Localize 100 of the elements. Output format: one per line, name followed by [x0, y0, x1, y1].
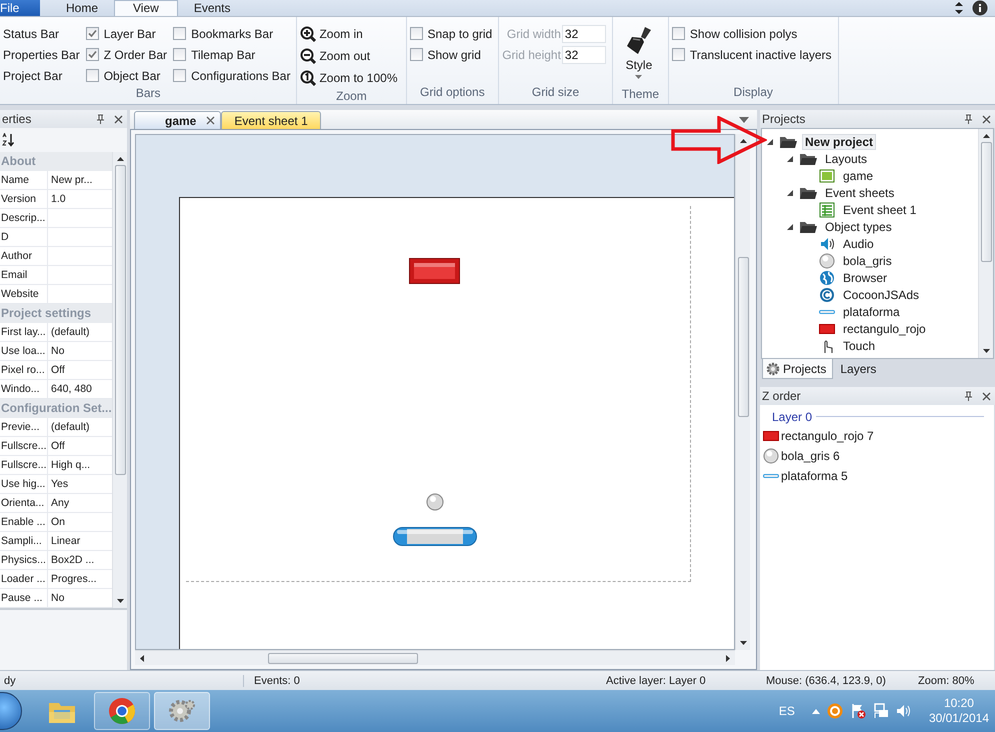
- panel-tab[interactable]: Layers: [837, 359, 882, 378]
- property-name: Pixel ro...: [0, 361, 48, 379]
- checkbox-label[interactable]: Translucent inactive layers: [690, 48, 832, 62]
- tray-expand-icon[interactable]: [812, 708, 820, 714]
- document-tab[interactable]: game: [134, 111, 222, 129]
- tree-item[interactable]: bola_gris: [840, 252, 895, 268]
- expand-arrow-icon[interactable]: [786, 188, 794, 196]
- tree-item[interactable]: Audio: [840, 236, 877, 252]
- checkbox[interactable]: [672, 48, 685, 61]
- property-value[interactable]: On: [48, 513, 112, 531]
- speaker-icon[interactable]: [896, 703, 912, 719]
- property-value[interactable]: New pr...: [48, 171, 112, 189]
- checkbox[interactable]: [86, 27, 99, 40]
- close-icon[interactable]: [982, 114, 991, 124]
- close-icon[interactable]: [114, 114, 123, 124]
- property-value[interactable]: No: [48, 342, 112, 360]
- checkbox-label[interactable]: Show grid: [428, 48, 481, 62]
- checkbox-label[interactable]: Layer Bar: [104, 26, 156, 40]
- checkbox-label[interactable]: Z Order Bar: [104, 48, 168, 62]
- toggle-label[interactable]: Status Bar: [3, 26, 60, 40]
- property-value[interactable]: (default): [48, 323, 112, 341]
- checkbox-label[interactable]: Bookmarks Bar: [191, 26, 274, 40]
- ring-icon[interactable]: [826, 703, 843, 719]
- toggle-label[interactable]: Project Bar: [3, 68, 62, 82]
- checkbox-label[interactable]: Snap to grid: [428, 26, 492, 40]
- scrollbar[interactable]: [112, 152, 127, 608]
- flag-icon[interactable]: [850, 703, 866, 719]
- checkbox-label[interactable]: Object Bar: [104, 68, 160, 82]
- tree-item[interactable]: rectangulo_rojo: [840, 320, 929, 336]
- pin-icon[interactable]: [964, 114, 973, 124]
- tree-item[interactable]: game: [840, 168, 876, 184]
- taskbar-app[interactable]: [94, 692, 150, 730]
- scroll-thumb[interactable]: [268, 652, 418, 664]
- info-icon[interactable]: [972, 0, 988, 16]
- expand-arrow-icon[interactable]: [766, 138, 774, 146]
- tree-item[interactable]: Browser: [840, 270, 890, 286]
- property-value[interactable]: Yes: [48, 475, 112, 493]
- tree-item[interactable]: Event sheet 1: [840, 202, 920, 218]
- checkbox[interactable]: [86, 69, 99, 82]
- expand-arrow-icon[interactable]: [786, 222, 794, 230]
- checkbox-label[interactable]: Show collision polys: [690, 26, 798, 40]
- expand-arrow-icon[interactable]: [786, 154, 794, 162]
- checkbox[interactable]: [410, 48, 422, 61]
- checkbox-label[interactable]: Tilemap Bar: [191, 48, 256, 62]
- property-value[interactable]: High q...: [48, 456, 112, 474]
- scroll-thumb[interactable]: [980, 142, 992, 262]
- tree-item[interactable]: Touch: [840, 338, 878, 354]
- scroll-thumb[interactable]: [114, 165, 126, 475]
- property-value[interactable]: Linear: [48, 532, 112, 550]
- close-icon[interactable]: [982, 392, 991, 400]
- property-value[interactable]: Any: [48, 494, 112, 512]
- checkbox[interactable]: [672, 27, 685, 40]
- checkbox[interactable]: [173, 27, 186, 40]
- scrollbar[interactable]: [735, 134, 750, 650]
- network-icon[interactable]: [872, 703, 889, 719]
- taskbar-app[interactable]: [154, 692, 210, 730]
- panel-tab[interactable]: Projects: [762, 359, 834, 379]
- zoom-button[interactable]: Zoom in: [300, 26, 365, 42]
- pin-icon[interactable]: [964, 391, 973, 401]
- tree-item[interactable]: Event sheets: [822, 184, 898, 200]
- collapse-icon[interactable]: [954, 1, 964, 15]
- property-value[interactable]: Off: [48, 361, 112, 379]
- zoom-button[interactable]: Zoom to 100%: [300, 70, 400, 86]
- checkbox[interactable]: [173, 48, 186, 61]
- ribbon-tab[interactable]: View: [114, 0, 178, 16]
- dropdown-icon[interactable]: [739, 117, 749, 123]
- ribbon-tab[interactable]: File: [0, 0, 40, 16]
- scroll-thumb[interactable]: [738, 257, 748, 417]
- ribbon-tab[interactable]: Home: [50, 0, 114, 16]
- property-value[interactable]: (default): [48, 418, 112, 436]
- scrollbar[interactable]: [135, 650, 735, 665]
- scrollbar[interactable]: [978, 129, 993, 358]
- zoom-button[interactable]: Zoom out: [300, 48, 372, 64]
- ribbon-tab[interactable]: Events: [178, 0, 246, 16]
- sort-icon[interactable]: [2, 133, 16, 147]
- property-value[interactable]: Box2D ...: [48, 551, 112, 569]
- pin-icon[interactable]: [96, 114, 105, 124]
- tree-item[interactable]: Layouts: [822, 150, 870, 166]
- style-button[interactable]: Style: [616, 23, 662, 79]
- zorder-item[interactable]: plataforma 5: [781, 469, 848, 483]
- layer-heading[interactable]: Layer 0: [772, 410, 812, 424]
- zorder-item[interactable]: rectangulo_rojo 7: [781, 429, 874, 443]
- property-value[interactable]: Progres...: [48, 570, 112, 588]
- property-value[interactable]: 1.0: [48, 190, 112, 208]
- tree-item[interactable]: plataforma: [840, 304, 903, 320]
- start-button[interactable]: [0, 692, 22, 730]
- property-value[interactable]: No: [48, 589, 112, 607]
- tree-item[interactable]: CocoonJSAds: [840, 286, 922, 302]
- property-value[interactable]: 640, 480: [48, 380, 112, 398]
- toggle-label[interactable]: Properties Bar: [3, 48, 80, 62]
- checkbox[interactable]: [410, 27, 422, 40]
- property-value[interactable]: Off: [48, 437, 112, 455]
- checkbox-label[interactable]: Configurations Bar: [191, 68, 290, 82]
- zorder-item[interactable]: bola_gris 6: [781, 449, 840, 463]
- close-icon[interactable]: [206, 116, 216, 125]
- tree-item[interactable]: Object types: [822, 218, 895, 234]
- document-tab[interactable]: Event sheet 1: [221, 111, 321, 129]
- tree-item[interactable]: New project: [802, 134, 876, 150]
- checkbox[interactable]: [86, 48, 99, 61]
- checkbox[interactable]: [173, 69, 186, 82]
